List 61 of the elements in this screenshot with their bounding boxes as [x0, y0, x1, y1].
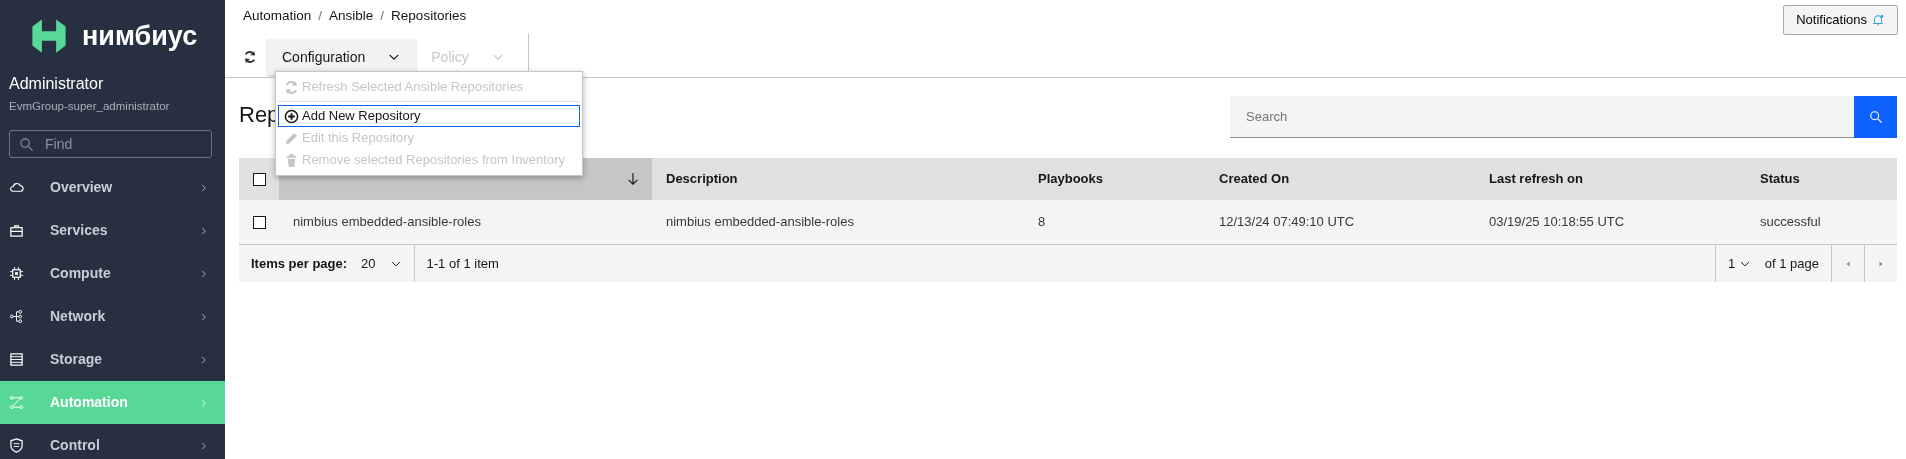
pencil-icon [284, 130, 299, 146]
breadcrumb-separator: / [380, 7, 385, 25]
column-header[interactable]: Status [1760, 169, 1800, 189]
sidebar-item[interactable]: Storage [0, 338, 225, 382]
chevron-right-icon [199, 353, 209, 366]
sidebar-item[interactable]: Compute [0, 252, 225, 296]
sidebar-item[interactable]: Overview [0, 166, 225, 210]
search-field[interactable]: Search [1230, 96, 1854, 138]
storage-icon [9, 352, 24, 368]
table-cell-text: 12/13/24 07:49:10 UTC [1219, 213, 1355, 232]
trash-icon [284, 152, 299, 168]
menu-item[interactable]: Add New Repository [278, 105, 580, 127]
triangle-left-icon [1844, 260, 1852, 269]
notifications-button[interactable]: Notifications [1783, 5, 1898, 35]
breadcrumb-link[interactable]: Automation [243, 6, 312, 27]
plus-circle-icon [284, 108, 299, 124]
item-range: 1-1 of 1 item [426, 254, 499, 273]
table-cell-text: 8 [1038, 213, 1046, 232]
brand-name: нимбиус [82, 19, 198, 53]
chevron-right-icon [199, 310, 209, 323]
chevron-right-icon [199, 267, 209, 280]
chevron-right-icon [199, 439, 209, 452]
user-group: EvmGroup-super_administrator [0, 96, 225, 116]
sidebar-item[interactable]: Services [0, 209, 225, 253]
breadcrumb-link[interactable]: Repositories [391, 6, 467, 27]
breadcrumb-link[interactable]: Ansible [329, 6, 374, 27]
chevron-right-icon [199, 396, 209, 409]
column-header[interactable]: Created On [1219, 169, 1290, 189]
chip-icon [9, 266, 24, 282]
search-icon [1868, 110, 1883, 124]
sidebar-item[interactable]: Network [0, 295, 225, 339]
user-name: Administrator [8, 74, 105, 94]
arrow-down-icon [626, 172, 640, 186]
column-header[interactable]: Playbooks [1038, 169, 1104, 189]
network-icon [9, 309, 24, 325]
table-cell-text: nimbius embedded-ansible-roles [293, 213, 481, 232]
triangle-right-icon [1877, 260, 1885, 269]
search-icon [19, 137, 34, 153]
chevron-right-icon [199, 224, 209, 237]
table-cell-text: nimbius embedded-ansible-roles [666, 213, 854, 232]
chevron-right-icon [199, 181, 209, 194]
automation-icon [9, 395, 24, 411]
find-field[interactable]: Find [9, 130, 212, 159]
page-count: of 1 page [1764, 254, 1819, 273]
sidebar-item[interactable]: Control [0, 424, 225, 459]
column-header[interactable]: Last refresh on [1489, 169, 1583, 189]
search-button[interactable] [1854, 96, 1897, 138]
per-page-select[interactable]: 20 [361, 253, 402, 274]
select-all-checkbox[interactable] [252, 172, 266, 186]
page-select[interactable]: 1 [1728, 253, 1751, 274]
refresh-icon [243, 50, 257, 65]
table-cell-text: 03/19/25 10:18:55 UTC [1489, 213, 1625, 232]
breadcrumb-separator: / [318, 7, 323, 25]
items-per-page-label: Items per page: [251, 254, 348, 273]
column-header[interactable]: Description [666, 169, 738, 189]
briefcase-icon [9, 223, 24, 239]
shield-icon [9, 438, 24, 454]
refresh-icon [284, 79, 299, 95]
row-checkbox[interactable] [252, 215, 266, 229]
bell-icon [1871, 13, 1885, 27]
table-cell-text: successful [1760, 213, 1821, 232]
